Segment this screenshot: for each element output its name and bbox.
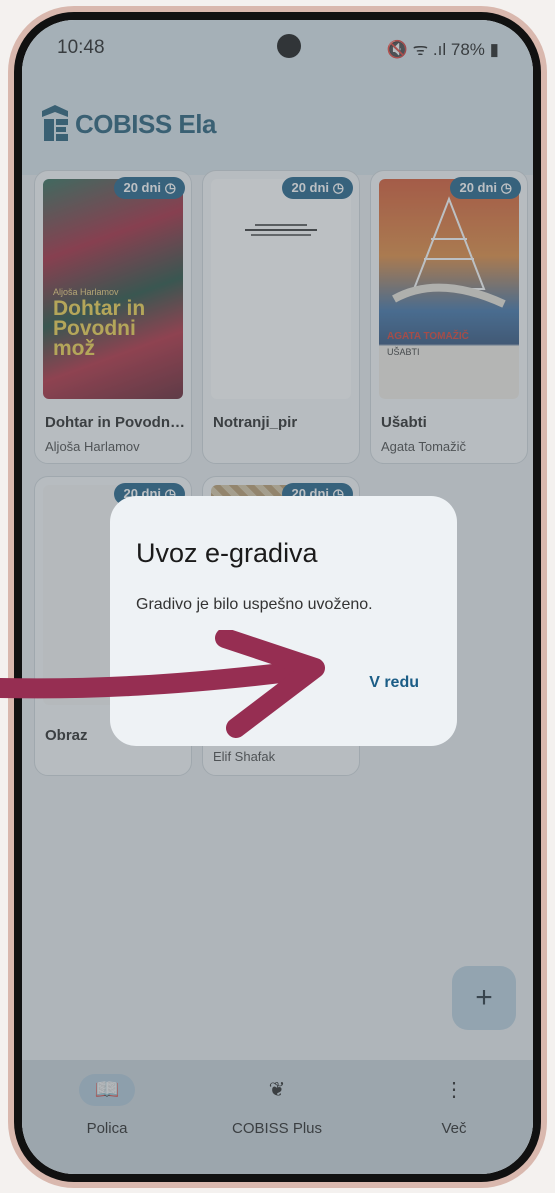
app-screen: 10:48 🔇 ᯤ .ıl 78% ▮ COBISS Ela Aljoša Ha… <box>22 20 533 1174</box>
annotation-arrow-icon <box>0 630 325 738</box>
ok-button[interactable]: V redu <box>369 674 419 692</box>
dialog-message: Gradivo je bilo uspešno uvoženo. <box>136 596 373 613</box>
dialog-title: Uvoz e-gradiva <box>136 538 318 568</box>
